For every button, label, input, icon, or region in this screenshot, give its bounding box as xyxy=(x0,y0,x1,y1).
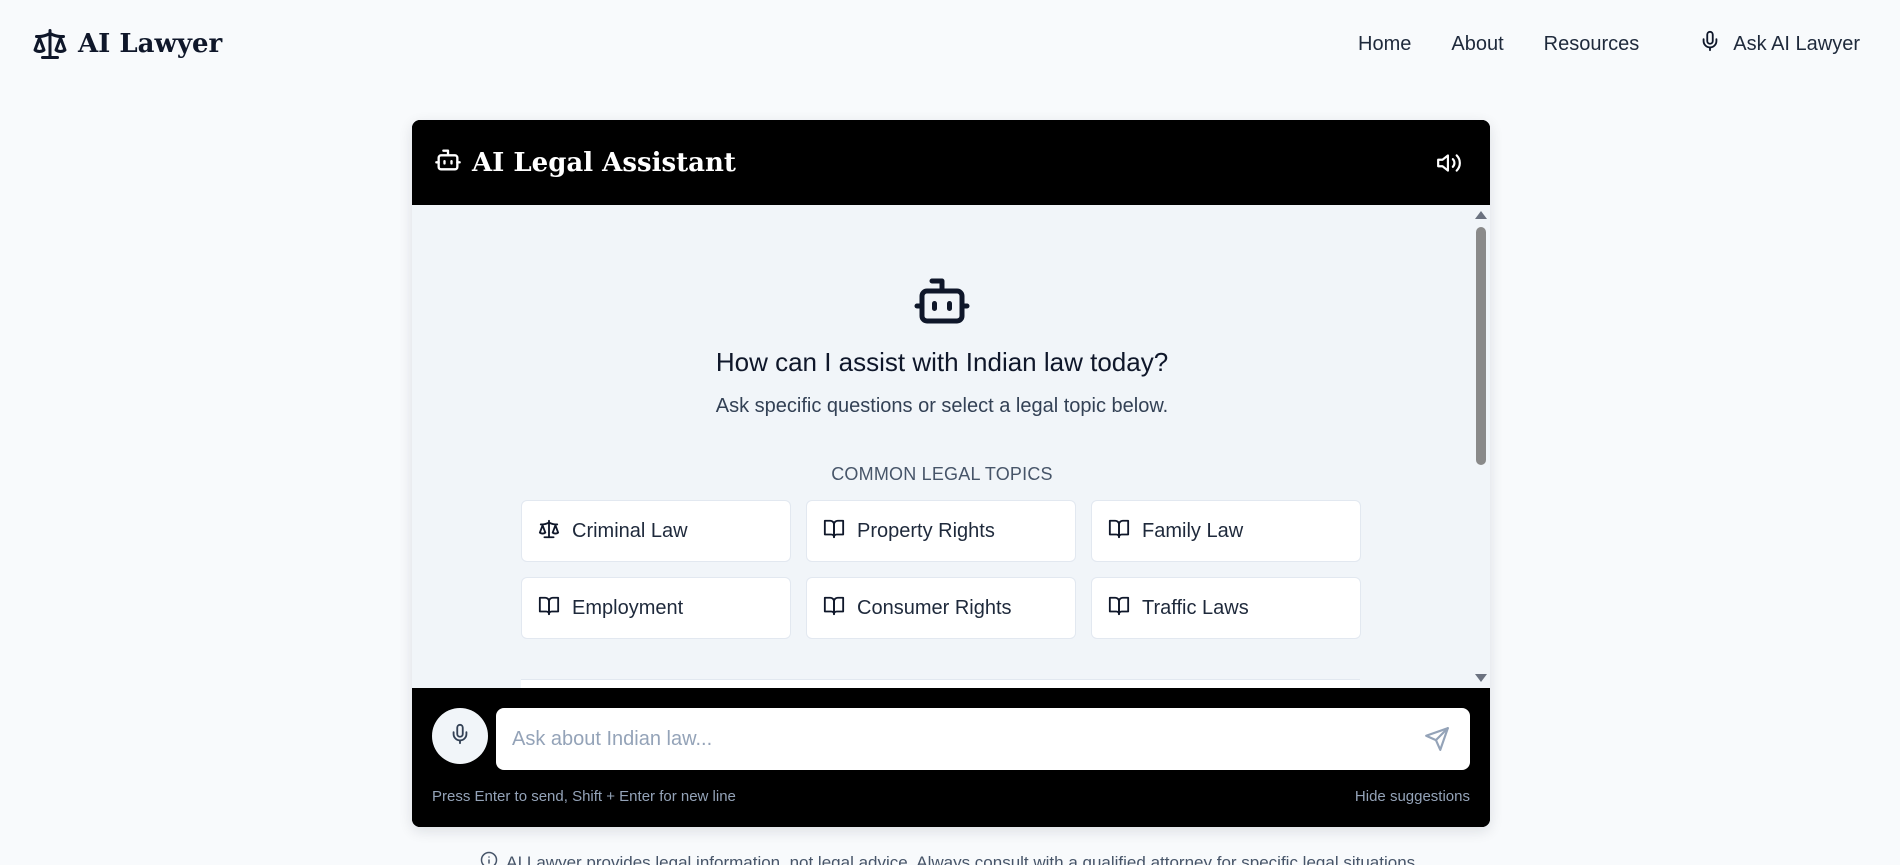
top-nav: AI Lawyer Home About Resources Ask AI La… xyxy=(0,0,1900,88)
message-input-box xyxy=(496,708,1470,770)
topic-criminal-law[interactable]: Criminal Law xyxy=(521,500,791,562)
mic-icon xyxy=(1699,29,1721,59)
ask-ai-lawyer-button[interactable]: Ask AI Lawyer xyxy=(1699,29,1860,59)
brand-name: AI Lawyer xyxy=(78,29,223,59)
nav-resources[interactable]: Resources xyxy=(1544,33,1640,56)
book-icon xyxy=(823,595,845,622)
welcome-title: How can I assist with Indian law today? xyxy=(715,347,1169,377)
hide-suggestions-button[interactable]: Hide suggestions xyxy=(1355,788,1470,805)
topic-label: Consumer Rights xyxy=(857,596,1012,619)
chat-title: AI Legal Assistant xyxy=(472,147,736,178)
chat-messages[interactable]: How can I assist with Indian law today? … xyxy=(412,205,1490,688)
next-topic-row-peek xyxy=(521,679,1360,688)
disclaimer: AI Lawyer provides legal information, no… xyxy=(0,851,1900,865)
book-icon xyxy=(1108,595,1130,622)
book-icon xyxy=(1108,518,1130,545)
topic-label: Criminal Law xyxy=(572,519,688,542)
send-icon[interactable] xyxy=(1424,726,1450,757)
nav-about[interactable]: About xyxy=(1451,33,1503,56)
topic-label: Family Law xyxy=(1142,519,1244,542)
chat-card: AI Legal Assistant How can I assist with… xyxy=(412,120,1490,827)
chat-input-area: Press Enter to send, Shift + Enter for n… xyxy=(412,688,1490,827)
topic-consumer-rights[interactable]: Consumer Rights xyxy=(806,577,1076,639)
topics-heading: COMMON LEGAL TOPICS xyxy=(831,464,1053,484)
chat-title-wrap: AI Legal Assistant xyxy=(434,146,736,179)
topic-employment[interactable]: Employment xyxy=(521,577,791,639)
chat-header: AI Legal Assistant xyxy=(412,120,1490,205)
welcome-subtitle: Ask specific questions or select a legal… xyxy=(715,395,1169,417)
topic-label: Employment xyxy=(572,596,684,619)
scale-icon xyxy=(32,26,68,62)
nav-home[interactable]: Home xyxy=(1358,33,1411,56)
book-icon xyxy=(823,518,845,545)
message-input[interactable] xyxy=(496,708,1396,770)
disclaimer-text: AI Lawyer provides legal information, no… xyxy=(506,852,1420,865)
chat-scrollbar[interactable] xyxy=(1472,205,1490,688)
scale-icon xyxy=(538,518,560,545)
speaker-icon[interactable] xyxy=(1436,150,1462,176)
topic-label: Traffic Laws xyxy=(1142,596,1249,619)
topic-family-law[interactable]: Family Law xyxy=(1091,500,1361,562)
scroll-up-arrow[interactable] xyxy=(1475,211,1487,219)
bot-icon xyxy=(434,146,462,179)
topic-grid: Criminal Law Property Rights Family Law … xyxy=(521,500,1361,639)
bot-large-icon xyxy=(912,271,972,336)
nav-links: Home About Resources Ask AI Lawyer xyxy=(1318,29,1868,59)
ask-ai-lawyer-label: Ask AI Lawyer xyxy=(1733,32,1860,55)
topic-label: Property Rights xyxy=(857,519,995,542)
topic-traffic-laws[interactable]: Traffic Laws xyxy=(1091,577,1361,639)
keyboard-hint: Press Enter to send, Shift + Enter for n… xyxy=(432,788,736,805)
voice-input-button[interactable] xyxy=(432,708,488,764)
mic-icon xyxy=(449,722,471,751)
book-icon xyxy=(538,595,560,622)
brand[interactable]: AI Lawyer xyxy=(32,26,222,62)
scroll-thumb[interactable] xyxy=(1476,227,1486,465)
scroll-down-arrow[interactable] xyxy=(1475,674,1487,682)
info-icon xyxy=(480,851,498,865)
topic-property-rights[interactable]: Property Rights xyxy=(806,500,1076,562)
